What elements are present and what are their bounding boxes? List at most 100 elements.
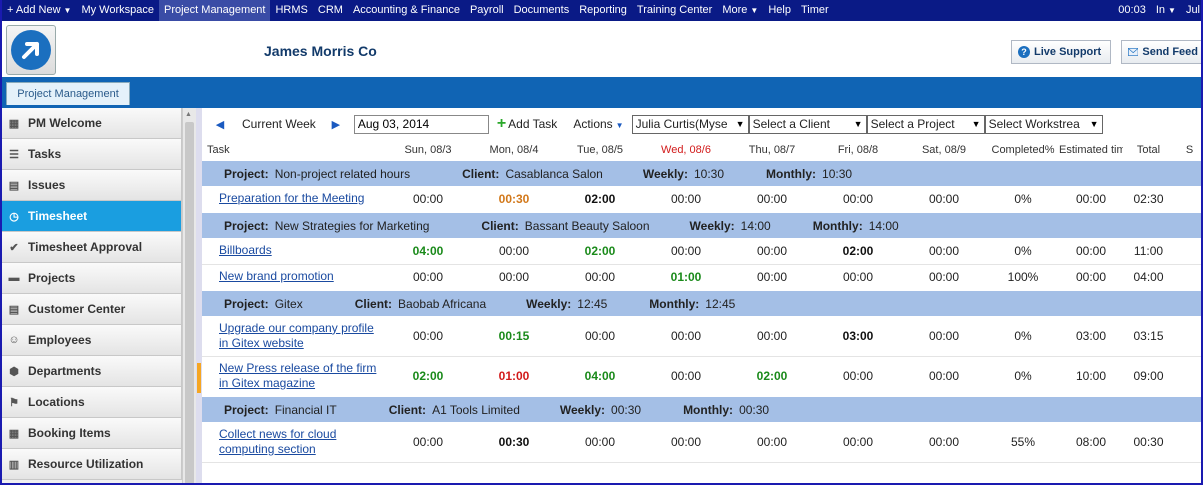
task-link[interactable]: New Press release of the firm in Gitex m… (219, 361, 376, 390)
workstream-select[interactable]: Select Workstrea ▼ (984, 114, 1103, 134)
day-hours-cell[interactable]: 00:00 (471, 264, 557, 291)
day-hours-cell[interactable]: 00:00 (901, 356, 987, 397)
splitter-grip[interactable] (197, 363, 201, 393)
column-header-task[interactable]: Task (202, 140, 385, 161)
day-hours-cell[interactable]: 00:00 (729, 186, 815, 213)
column-header-mon-08-4[interactable]: Mon, 08/4 (471, 140, 557, 161)
day-hours-cell[interactable]: 00:00 (643, 186, 729, 213)
day-hours-cell[interactable]: 03:00 (815, 316, 901, 357)
nav-item-payroll[interactable]: Payroll (465, 0, 509, 21)
sidebar-item-locations[interactable]: ⚑ Locations (2, 387, 182, 418)
nav-item-training-center[interactable]: Training Center (632, 0, 717, 21)
nav-item-hrms[interactable]: HRMS (270, 0, 312, 21)
sidebar-item-booking-items[interactable]: ▦ Booking Items (2, 418, 182, 449)
day-hours-cell[interactable]: 02:00 (385, 356, 471, 397)
task-link[interactable]: Collect news for cloud computing section (219, 427, 336, 456)
scroll-up-icon[interactable]: ▲ (185, 111, 192, 118)
day-hours-cell[interactable]: 00:15 (471, 316, 557, 357)
day-hours-cell[interactable]: 00:00 (385, 186, 471, 213)
sidebar-item-tasks[interactable]: ☰ Tasks (2, 139, 182, 170)
nav-item-my-workspace[interactable]: My Workspace (76, 0, 159, 21)
day-hours-cell[interactable]: 00:00 (729, 422, 815, 463)
day-hours-cell[interactable]: 00:00 (729, 264, 815, 291)
sidebar-item-issues[interactable]: ▤ Issues (2, 170, 182, 201)
task-link[interactable]: Preparation for the Meeting (219, 191, 364, 205)
column-header-total[interactable]: Total (1123, 140, 1174, 161)
sidebar-item-projects[interactable]: ▬ Projects (2, 263, 182, 294)
day-hours-cell[interactable]: 00:00 (385, 316, 471, 357)
nav-item-add-new[interactable]: + Add New ▼ (2, 0, 76, 21)
day-hours-cell[interactable]: 00:00 (471, 238, 557, 265)
day-hours-cell[interactable]: 04:00 (557, 356, 643, 397)
sidebar-item-employees[interactable]: ☺ Employees (2, 325, 182, 356)
day-hours-cell[interactable]: 00:00 (901, 238, 987, 265)
day-hours-cell[interactable]: 00:00 (815, 422, 901, 463)
employee-select[interactable]: Julia Curtis(Myse ▼ (631, 114, 749, 134)
day-hours-cell[interactable]: 00:00 (643, 316, 729, 357)
actions-menu[interactable]: Actions ▼ (573, 117, 623, 131)
column-header-sun-08-3[interactable]: Sun, 08/3 (385, 140, 471, 161)
day-hours-cell[interactable]: 00:00 (901, 422, 987, 463)
task-link[interactable]: Upgrade our company profile in Gitex web… (219, 321, 374, 350)
day-hours-cell[interactable]: 00:00 (729, 316, 815, 357)
day-hours-cell[interactable]: 04:00 (385, 238, 471, 265)
column-header-s[interactable]: S (1174, 140, 1201, 161)
day-hours-cell[interactable]: 01:00 (643, 264, 729, 291)
day-hours-cell[interactable]: 00:00 (385, 422, 471, 463)
tab-project-management[interactable]: Project Management (6, 82, 130, 105)
sidebar-item-pm-welcome[interactable]: ▦ PM Welcome (2, 108, 182, 139)
send-feedback-button[interactable]: Send Feed (1121, 40, 1201, 64)
day-hours-cell[interactable]: 00:00 (557, 422, 643, 463)
day-hours-cell[interactable]: 02:00 (815, 238, 901, 265)
nav-item-documents[interactable]: Documents (509, 0, 575, 21)
column-header-tue-08-5[interactable]: Tue, 08/5 (557, 140, 643, 161)
nav-item-help[interactable]: Help (763, 0, 796, 21)
day-hours-cell[interactable]: 00:00 (815, 264, 901, 291)
previous-week-icon[interactable]: ◀ (212, 118, 228, 131)
day-hours-cell[interactable]: 00:00 (643, 238, 729, 265)
column-header-wed-08-6[interactable]: Wed, 08/6 (643, 140, 729, 161)
add-task-button[interactable]: + Add Task (497, 116, 558, 132)
day-hours-cell[interactable]: 00:30 (471, 186, 557, 213)
day-hours-cell[interactable]: 00:00 (901, 186, 987, 213)
app-logo[interactable] (6, 25, 56, 75)
day-hours-cell[interactable]: 00:00 (643, 422, 729, 463)
task-link[interactable]: New brand promotion (219, 269, 334, 283)
scrollbar-thumb[interactable] (185, 122, 194, 483)
sidebar-scrollbar[interactable]: ▲ (182, 108, 196, 483)
column-header-estimated-tim[interactable]: Estimated tim (1059, 140, 1123, 161)
day-hours-cell[interactable]: 00:00 (815, 186, 901, 213)
sidebar-item-timesheet-approval[interactable]: ✔ Timesheet Approval (2, 232, 182, 263)
column-header-fri-08-8[interactable]: Fri, 08/8 (815, 140, 901, 161)
week-date-input[interactable] (353, 114, 489, 134)
nav-item-reporting[interactable]: Reporting (574, 0, 632, 21)
day-hours-cell[interactable]: 00:00 (557, 316, 643, 357)
clock-in-menu[interactable]: In ▼ (1151, 0, 1181, 21)
sidebar-item-timesheet[interactable]: ◷ Timesheet (2, 201, 182, 232)
nav-item-crm[interactable]: CRM (313, 0, 348, 21)
day-hours-cell[interactable]: 02:00 (557, 186, 643, 213)
sidebar-item-customer-center[interactable]: ▤ Customer Center (2, 294, 182, 325)
day-hours-cell[interactable]: 00:00 (729, 238, 815, 265)
day-hours-cell[interactable]: 00:00 (815, 356, 901, 397)
client-select[interactable]: Select a Client ▼ (748, 114, 867, 134)
day-hours-cell[interactable]: 00:00 (901, 316, 987, 357)
column-header-completed[interactable]: Completed% (987, 140, 1059, 161)
next-week-icon[interactable]: ▶ (328, 118, 344, 131)
live-support-button[interactable]: ? Live Support (1011, 40, 1111, 64)
day-hours-cell[interactable]: 02:00 (557, 238, 643, 265)
column-header-sat-08-9[interactable]: Sat, 08/9 (901, 140, 987, 161)
nav-item-timer[interactable]: Timer (796, 0, 834, 21)
day-hours-cell[interactable]: 01:00 (471, 356, 557, 397)
project-select[interactable]: Select a Project ▼ (866, 114, 985, 134)
day-hours-cell[interactable]: 00:00 (643, 356, 729, 397)
day-hours-cell[interactable]: 00:00 (557, 264, 643, 291)
day-hours-cell[interactable]: 00:30 (471, 422, 557, 463)
nav-item-project-management[interactable]: Project Management (158, 0, 271, 21)
day-hours-cell[interactable]: 00:00 (901, 264, 987, 291)
task-link[interactable]: Billboards (219, 243, 272, 257)
sidebar-item-departments[interactable]: ⬢ Departments (2, 356, 182, 387)
current-week-label[interactable]: Current Week (242, 117, 316, 131)
column-header-thu-08-7[interactable]: Thu, 08/7 (729, 140, 815, 161)
nav-item-more[interactable]: More ▼ (717, 0, 763, 21)
